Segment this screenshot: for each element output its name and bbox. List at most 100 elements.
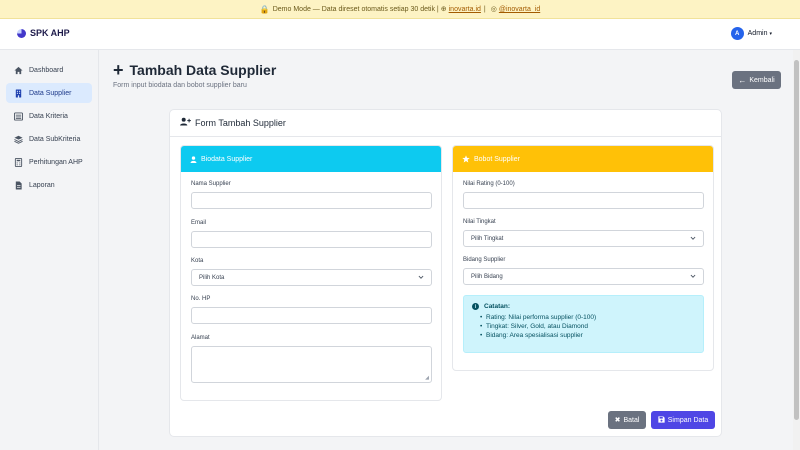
sidebar-item-label: Data Kriteria	[29, 112, 68, 120]
arrow-left-icon: ←	[738, 75, 747, 85]
info-note-title-text: Catatan:	[484, 303, 511, 310]
banner-link-website[interactable]: inovarta.id	[449, 6, 481, 13]
chevron-down-icon	[418, 274, 424, 282]
sidebar-item-perhitungan-ahp[interactable]: Perhitungan AHP	[6, 152, 92, 172]
save-icon	[658, 415, 665, 425]
nilai-tingkat-group: Nilai Tingkat Pilih Tingkat	[463, 219, 704, 247]
sidebar-item-label: Data Supplier	[29, 89, 72, 97]
bobot-panel-title: Bobot Supplier	[474, 155, 520, 163]
kota-select-value: Pilih Kota	[199, 274, 225, 281]
page-title: + Tambah Data Supplier	[113, 60, 277, 80]
sidebar-item-label: Dashboard	[29, 66, 64, 74]
banner-link-instagram[interactable]: @inovarta_id	[499, 6, 540, 13]
card-title: Form Tambah Supplier	[195, 117, 286, 128]
alamat-label: Alamat	[191, 335, 210, 341]
user-plus-icon	[180, 117, 191, 128]
bidang-supplier-select[interactable]: Pilih Bidang	[463, 268, 704, 285]
home-icon	[14, 66, 23, 75]
info-note: i Catatan: Rating: Nilai performa suppli…	[463, 295, 704, 353]
globe-icon: ⊕	[440, 6, 447, 13]
nilai-tingkat-select-value: Pilih Tingkat	[471, 235, 504, 242]
nilai-rating-label: Nilai Rating (0-100)	[463, 181, 515, 187]
plus-icon: +	[113, 60, 124, 80]
nama-supplier-input[interactable]	[191, 192, 432, 209]
email-label: Email	[191, 220, 207, 226]
sidebar-item-dashboard[interactable]: Dashboard	[6, 60, 92, 80]
list-icon	[14, 111, 23, 121]
nilai-tingkat-select[interactable]: Pilih Tingkat	[463, 230, 704, 247]
no-hp-group: No. HP	[191, 296, 432, 324]
kota-select[interactable]: Pilih Kota	[191, 269, 432, 286]
info-note-title: i Catatan:	[472, 303, 695, 310]
avatar: A	[730, 27, 744, 40]
nama-supplier-group: Nama Supplier	[191, 181, 432, 209]
bidang-supplier-label: Bidang Supplier	[463, 257, 506, 263]
user-name: Admin	[747, 30, 768, 37]
biodata-panel: Biodata Supplier Nama Supplier Email Kot…	[180, 145, 442, 401]
instagram-icon: ◎	[490, 6, 497, 13]
biodata-panel-header: Biodata Supplier	[181, 146, 441, 172]
demo-banner: 🔒 Demo Mode — Data direset otomatis seti…	[0, 0, 800, 19]
page-header: + Tambah Data Supplier Form input biodat…	[113, 60, 277, 89]
top-navbar: SPK AHP A Admin ▾	[0, 19, 800, 50]
brand-name: SPK AHP	[30, 28, 70, 38]
sidebar-item-data-kriteria[interactable]: Data Kriteria	[6, 106, 92, 126]
user-menu[interactable]: A Admin ▾	[730, 27, 772, 40]
cancel-button[interactable]: ✖ Batal	[608, 411, 646, 429]
scrollbar-thumb[interactable]	[794, 60, 799, 420]
info-note-list: Rating: Nilai performa supplier (0-100) …	[472, 314, 695, 339]
cancel-button-label: Batal	[623, 416, 640, 424]
layers-icon	[14, 135, 23, 144]
no-hp-label: No. HP	[191, 296, 211, 302]
email-group: Email	[191, 220, 432, 248]
sidebar-item-label: Data SubKriteria	[29, 135, 81, 143]
page-subtitle: Form input biodata dan bobot supplier ba…	[113, 82, 247, 89]
nilai-tingkat-label: Nilai Tingkat	[463, 219, 496, 225]
list-item: Rating: Nilai performa supplier (0-100)	[480, 314, 695, 321]
nilai-rating-group: Nilai Rating (0-100)	[463, 181, 704, 209]
caret-down-icon: ▾	[769, 30, 772, 37]
sidebar-item-data-subkriteria[interactable]: Data SubKriteria	[6, 129, 92, 149]
sidebar-item-label: Perhitungan AHP	[29, 158, 83, 166]
bobot-panel: Bobot Supplier Nilai Rating (0-100) Nila…	[452, 145, 714, 371]
bobot-panel-header: Bobot Supplier	[453, 146, 713, 172]
sidebar-item-data-supplier[interactable]: Data Supplier	[6, 83, 92, 103]
star-icon	[462, 155, 470, 163]
kota-group: Kota Pilih Kota	[191, 258, 432, 286]
file-icon	[14, 180, 23, 190]
save-button-label: Simpan Data	[667, 416, 709, 424]
sidebar-item-label: Laporan	[29, 181, 55, 189]
bidang-supplier-group: Bidang Supplier Pilih Bidang	[463, 257, 704, 285]
list-item: Bidang: Area spesialisasi supplier	[480, 332, 695, 339]
no-hp-input[interactable]	[191, 307, 432, 324]
pie-chart-logo-icon	[17, 28, 26, 38]
building-icon	[14, 88, 23, 98]
email-input[interactable]	[191, 231, 432, 248]
back-button-label: Kembali	[749, 76, 775, 84]
divider	[170, 136, 721, 137]
nama-supplier-label: Nama Supplier	[191, 181, 231, 187]
form-card: Form Tambah Supplier Biodata Supplier Na…	[169, 109, 722, 437]
kota-label: Kota	[191, 258, 204, 264]
card-header: Form Tambah Supplier	[180, 117, 286, 128]
back-button[interactable]: ← Kembali	[732, 71, 781, 89]
sidebar-item-laporan[interactable]: Laporan	[6, 175, 92, 195]
alamat-textarea[interactable]: ◢	[191, 346, 432, 383]
alamat-group: Alamat ◢	[191, 335, 432, 383]
sidebar: Dashboard Data Supplier Data Kriteria Da…	[0, 50, 99, 450]
calculator-icon	[14, 157, 23, 167]
bidang-supplier-select-value: Pilih Bidang	[471, 273, 503, 280]
warning-icon: 🔒	[259, 4, 270, 14]
page-title-text: Tambah Data Supplier	[129, 62, 277, 78]
close-icon: ✖	[614, 417, 621, 424]
biodata-panel-title: Biodata Supplier	[201, 155, 253, 163]
info-icon: i	[472, 303, 479, 310]
chevron-down-icon	[690, 235, 696, 243]
nilai-rating-input[interactable]	[463, 192, 704, 209]
resize-handle-icon[interactable]: ◢	[425, 375, 429, 381]
save-button[interactable]: Simpan Data	[651, 411, 715, 429]
list-item: Tingkat: Silver, Gold, atau Diamond	[480, 323, 695, 330]
brand[interactable]: SPK AHP	[17, 28, 70, 38]
user-icon	[190, 155, 197, 163]
chevron-down-icon	[690, 273, 696, 281]
